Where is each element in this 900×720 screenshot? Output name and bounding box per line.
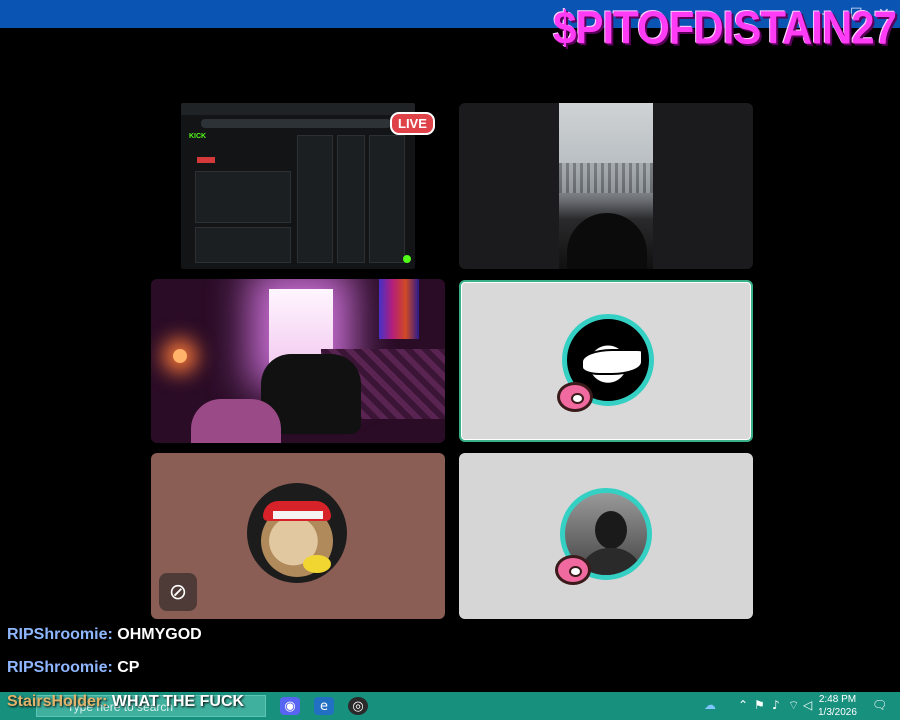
chat-text: OHMYGOD	[117, 626, 202, 643]
treeline	[559, 163, 653, 193]
chat-message: RIPShroomie: OHMYGOD	[7, 626, 202, 644]
mini-url-bar	[201, 119, 391, 128]
person-head	[595, 511, 627, 549]
mic-icon[interactable]: ♪	[772, 698, 780, 712]
volume-icon[interactable]: ◁	[803, 698, 812, 712]
room-video-tile[interactable]	[151, 279, 445, 443]
road-video-frame	[559, 103, 653, 269]
notifications-icon[interactable]: 🗨	[872, 698, 887, 712]
chat-message: StairsHolder: WHAT THE FUCK	[7, 693, 244, 711]
stream-canvas: — ☐ ✕ $PITOFDISTAIN27 KICK LIVE ⊘ RIPShr…	[0, 0, 900, 720]
yellow-toy-icon	[303, 555, 331, 573]
shark-avatar-tile[interactable]	[459, 280, 753, 442]
onedrive-icon[interactable]: ☁	[704, 698, 716, 712]
live-badge: LIVE	[390, 112, 435, 135]
chevron-up-icon[interactable]: ⌃	[738, 698, 748, 712]
shark-icon	[581, 349, 643, 375]
edge-icon[interactable]: e	[314, 697, 334, 715]
mini-stats-panel	[195, 227, 291, 263]
chat-text: CP	[117, 659, 140, 676]
chat-username: RIPShroomie:	[7, 626, 113, 643]
chat-username: RIPShroomie:	[7, 659, 113, 676]
system-clock[interactable]: 2:48 PM 1/3/2026	[818, 693, 857, 719]
wall-flag	[379, 279, 419, 339]
chat-text: WHAT THE FUCK	[111, 693, 245, 710]
camera-off-icon: ⊘	[159, 573, 197, 611]
stream-title: $PITOFDISTAIN27	[553, 1, 897, 54]
santa-hat-band	[273, 511, 323, 519]
obs-icon[interactable]: ◎	[348, 697, 368, 715]
mini-preview-panel	[195, 171, 291, 223]
discord-icon[interactable]: ◉	[280, 697, 300, 715]
person-arm	[191, 399, 281, 443]
mini-quick-panel	[369, 135, 405, 263]
donut-icon	[557, 382, 593, 412]
donut-icon	[555, 555, 591, 585]
chat-message: RIPShroomie: CP	[7, 659, 139, 677]
cat-avatar-tile[interactable]: ⊘	[151, 453, 445, 619]
network-icon[interactable]: ⚑	[754, 698, 765, 712]
screenshare-tile[interactable]: KICK	[181, 103, 415, 269]
wifi-icon[interactable]: ⌔	[788, 698, 799, 713]
person-avatar-tile[interactable]	[459, 453, 753, 619]
mini-chat-panel	[297, 135, 333, 263]
cat-avatar	[247, 483, 347, 583]
mini-actions-panel	[337, 135, 365, 263]
road-video-tile[interactable]	[459, 103, 753, 269]
clock-date: 1/3/2026	[818, 707, 857, 718]
lamp	[173, 349, 187, 363]
mini-live-indicator	[197, 157, 215, 163]
kick-logo: KICK	[189, 133, 207, 140]
clock-time: 2:48 PM	[818, 694, 857, 705]
mini-browser-tabs	[181, 103, 415, 115]
chat-username: StairsHolder:	[7, 693, 108, 710]
car-dashboard	[567, 213, 647, 269]
mini-status-dot	[403, 255, 411, 263]
